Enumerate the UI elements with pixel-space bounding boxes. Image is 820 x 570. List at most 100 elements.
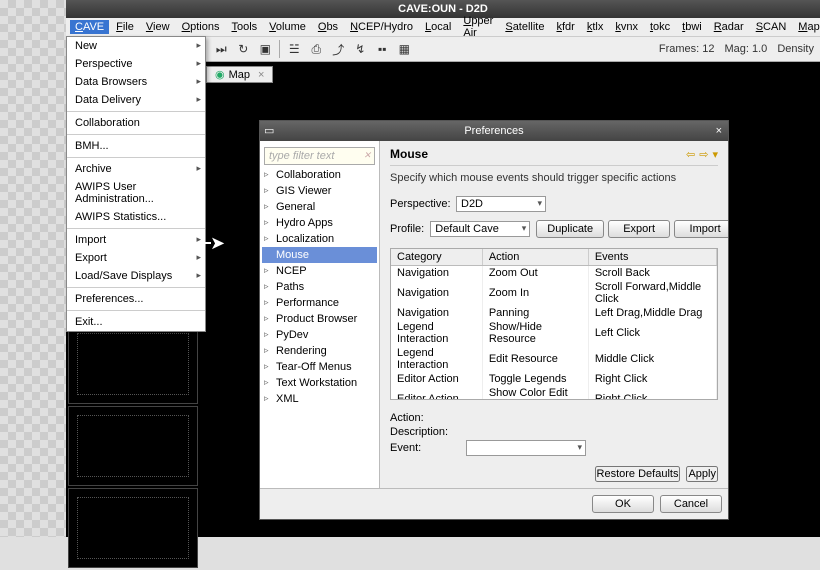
cancel-button[interactable]: Cancel	[660, 495, 722, 513]
tree-item-ncep[interactable]: NCEP	[262, 263, 377, 279]
col-events[interactable]: Events	[588, 249, 716, 266]
menu-satellite[interactable]: Satellite	[500, 20, 549, 34]
action-label: Action:	[390, 412, 460, 424]
density-label[interactable]: Density	[777, 43, 814, 55]
menu-item-data-browsers[interactable]: Data Browsers	[67, 73, 205, 91]
menu-item-awips-statistics---[interactable]: AWIPS Statistics...	[67, 208, 205, 226]
menu-upperair[interactable]: Upper Air	[458, 14, 498, 40]
tree-item-localization[interactable]: Localization	[262, 231, 377, 247]
preferences-tree: type filter text CollaborationGIS Viewer…	[260, 141, 380, 488]
menu-kvnx[interactable]: kvnx	[610, 20, 643, 34]
menu-options[interactable]: Options	[177, 20, 225, 34]
menu-kfdr[interactable]: kfdr	[551, 20, 579, 34]
tree-item-collaboration[interactable]: Collaboration	[262, 167, 377, 183]
tree-item-gis-viewer[interactable]: GIS Viewer	[262, 183, 377, 199]
duplicate-button[interactable]: Duplicate	[536, 220, 604, 238]
menu-local[interactable]: Local	[420, 20, 456, 34]
menu-item-exit---[interactable]: Exit...	[67, 313, 205, 331]
description-label: Description:	[390, 426, 460, 438]
table-row[interactable]: Editor ActionToggle LegendsRight Click	[391, 372, 717, 386]
window-title: CAVE:OUN - D2D	[66, 0, 820, 18]
menu-tools[interactable]: Tools	[226, 20, 262, 34]
table-row[interactable]: NavigationZoom InScroll Forward,Middle C…	[391, 280, 717, 306]
menu-item-archive[interactable]: Archive	[67, 160, 205, 178]
tree-item-mouse[interactable]: Mouse	[262, 247, 377, 263]
col-category[interactable]: Category	[391, 249, 482, 266]
dialog-close-icon[interactable]: ×	[716, 121, 722, 141]
map-tab[interactable]: ◉ Map ×	[206, 66, 273, 83]
print-icon[interactable]: ⎙	[308, 41, 324, 57]
export-icon[interactable]: ⤴	[330, 41, 346, 57]
loop-icon[interactable]: ↻	[235, 41, 251, 57]
menu-item-import[interactable]: Import	[67, 231, 205, 249]
menu-ncephydro[interactable]: NCEP/Hydro	[345, 20, 418, 34]
tree-item-hydro-apps[interactable]: Hydro Apps	[262, 215, 377, 231]
globe-icon: ◉	[215, 68, 225, 81]
actions-table[interactable]: CategoryActionEventsNavigationZoom OutSc…	[390, 248, 718, 400]
perspective-combo[interactable]: D2D	[456, 196, 546, 212]
menu-item-awips-user-administration---[interactable]: AWIPS User Administration...	[67, 178, 205, 208]
map-thumb[interactable]	[68, 324, 198, 404]
tree-item-pydev[interactable]: PyDev	[262, 327, 377, 343]
page-description: Specify which mouse events should trigge…	[390, 172, 718, 184]
restore-defaults-button[interactable]: Restore Defaults	[595, 466, 681, 482]
table-row[interactable]: Editor ActionShow Color Edit dialogRight…	[391, 386, 717, 400]
menu-item-perspective[interactable]: Perspective	[67, 55, 205, 73]
map-thumb[interactable]	[68, 488, 198, 568]
table-row[interactable]: Legend InteractionShow/Hide ResourceLeft…	[391, 320, 717, 346]
back-icon[interactable]: ⇦	[686, 148, 695, 161]
menu-volume[interactable]: Volume	[264, 20, 311, 34]
export-button[interactable]: Export	[608, 220, 670, 238]
menu-tbwi[interactable]: tbwi	[677, 20, 707, 34]
table-row[interactable]: NavigationPanningLeft Drag,Middle Drag	[391, 306, 717, 320]
menu-item-export[interactable]: Export	[67, 249, 205, 267]
menu-item-collaboration[interactable]: Collaboration	[67, 114, 205, 132]
tree-item-paths[interactable]: Paths	[262, 279, 377, 295]
tree-item-xml[interactable]: XML	[262, 391, 377, 407]
lasso-icon[interactable]: ↯	[352, 41, 368, 57]
tree-item-product-browser[interactable]: Product Browser	[262, 311, 377, 327]
close-tab-icon[interactable]: ×	[258, 69, 264, 81]
menu-cave[interactable]: CAVE	[70, 20, 109, 34]
frames-label[interactable]: Frames: 12	[659, 43, 715, 55]
toolbar-status: Frames: 12 Mag: 1.0 Density	[659, 43, 814, 55]
tiles-icon[interactable]: ▦	[396, 41, 412, 57]
tree-item-rendering[interactable]: Rendering	[262, 343, 377, 359]
table-row[interactable]: Legend InteractionEdit ResourceMiddle Cl…	[391, 346, 717, 372]
menu-scan[interactable]: SCAN	[751, 20, 792, 34]
profile-combo[interactable]: Default Cave	[430, 221, 530, 237]
last-icon[interactable]: ⏭	[213, 41, 229, 57]
event-combo[interactable]	[466, 440, 586, 456]
tree-item-tear-off-menus[interactable]: Tear-Off Menus	[262, 359, 377, 375]
menu-item-bmh---[interactable]: BMH...	[67, 137, 205, 155]
map-thumb[interactable]	[68, 406, 198, 486]
mag-label[interactable]: Mag: 1.0	[725, 43, 768, 55]
menu-radar[interactable]: Radar	[709, 20, 749, 34]
tree-item-general[interactable]: General	[262, 199, 377, 215]
menu-icon[interactable]: ▾	[712, 148, 718, 161]
fwd-icon[interactable]: ⇨	[699, 148, 708, 161]
menu-maps[interactable]: Maps	[793, 20, 820, 34]
filter-input[interactable]: type filter text	[264, 147, 375, 165]
event-label: Event:	[390, 442, 460, 454]
menu-item-data-delivery[interactable]: Data Delivery	[67, 91, 205, 109]
map-tab-label: Map	[229, 69, 250, 81]
menu-ktlx[interactable]: ktlx	[582, 20, 609, 34]
menu-file[interactable]: File	[111, 20, 139, 34]
grid-icon[interactable]: ▪▪	[374, 41, 390, 57]
stop-icon[interactable]: ▣	[257, 41, 273, 57]
menu-item-new[interactable]: New	[67, 37, 205, 55]
col-action[interactable]: Action	[482, 249, 588, 266]
table-row[interactable]: NavigationZoom OutScroll Back	[391, 266, 717, 281]
menu-tokc[interactable]: tokc	[645, 20, 675, 34]
menu-view[interactable]: View	[141, 20, 175, 34]
apply-button[interactable]: Apply	[686, 466, 718, 482]
menu-item-load-save-displays[interactable]: Load/Save Displays	[67, 267, 205, 285]
menu-obs[interactable]: Obs	[313, 20, 343, 34]
menu-item-preferences---[interactable]: Preferences...	[67, 290, 205, 308]
layers-icon[interactable]: ☱	[286, 41, 302, 57]
tree-item-performance[interactable]: Performance	[262, 295, 377, 311]
ok-button[interactable]: OK	[592, 495, 654, 513]
import-button[interactable]: Import	[674, 220, 728, 238]
tree-item-text-workstation[interactable]: Text Workstation	[262, 375, 377, 391]
